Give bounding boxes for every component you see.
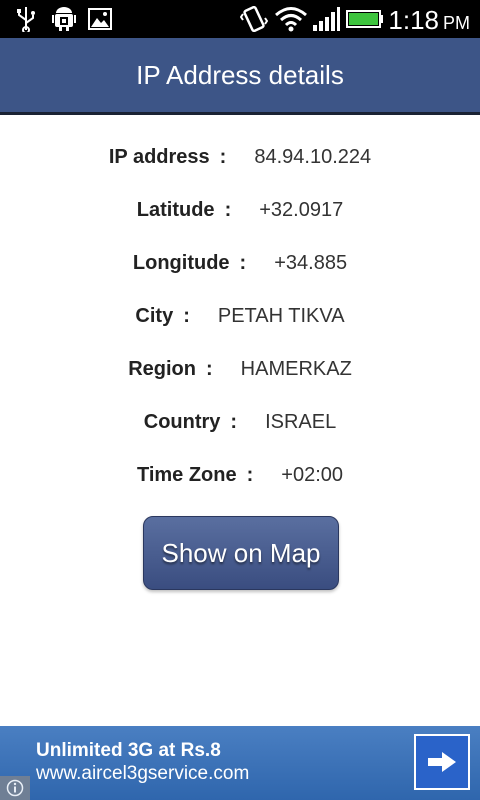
detail-separator: : (219, 145, 227, 168)
android-debug-icon (52, 7, 76, 31)
battery-icon (346, 10, 383, 28)
usb-icon (17, 7, 35, 32)
arrow-right-icon (428, 752, 456, 772)
ad-title: Unlimited 3G at Rs.8 (36, 740, 221, 761)
detail-label: City (135, 304, 174, 327)
detail-separator: : (230, 410, 238, 433)
detail-value: HAMERKAZ (240, 357, 352, 380)
detail-row-longitude: Longitude : +34.885 (0, 243, 480, 283)
wifi-icon (275, 7, 307, 32)
detail-value: +32.0917 (259, 198, 344, 221)
detail-row-ip: IP address : 84.94.10.224 (0, 137, 480, 177)
ad-url: www.aircel3gservice.com (36, 763, 250, 784)
ad-banner[interactable]: Unlimited 3G at Rs.8 www.aircel3gservice… (0, 726, 480, 800)
info-icon (6, 779, 24, 797)
status-bar: 1:18 PM (0, 0, 480, 38)
ad-info-button[interactable] (0, 776, 30, 800)
vibrate-icon (240, 6, 268, 32)
detail-value: PETAH TIKVA (217, 304, 345, 327)
page-title: IP Address details (136, 59, 344, 90)
detail-separator: : (239, 251, 247, 274)
detail-separator: : (205, 357, 213, 380)
title-bar: IP Address details (0, 38, 480, 115)
ad-open-button[interactable] (414, 734, 470, 790)
detail-value: +34.885 (274, 251, 348, 274)
detail-label: IP address (108, 145, 210, 168)
detail-row-city: City : PETAH TIKVA (0, 296, 480, 336)
detail-label: Time Zone (136, 463, 237, 486)
signal-icon (313, 7, 340, 31)
detail-value: ISRAEL (265, 410, 337, 433)
clock-ampm: PM (443, 13, 470, 33)
detail-separator: : (224, 198, 232, 221)
show-on-map-button[interactable]: Show on Map (143, 516, 339, 590)
clock-time: 1:18 (388, 5, 439, 35)
detail-row-region: Region : HAMERKAZ (0, 349, 480, 389)
image-icon (88, 8, 112, 30)
detail-row-country: Country : ISRAEL (0, 402, 480, 442)
detail-separator: : (183, 304, 190, 327)
detail-separator: : (246, 463, 254, 486)
detail-row-latitude: Latitude : +32.0917 (0, 190, 480, 230)
detail-value: +02:00 (281, 463, 344, 486)
detail-row-timezone: Time Zone : +02:00 (0, 455, 480, 495)
detail-label: Country (143, 410, 221, 433)
detail-label: Latitude (136, 198, 215, 221)
detail-value: 84.94.10.224 (254, 145, 372, 168)
detail-label: Region (128, 357, 196, 380)
clock: 1:18 PM (388, 5, 470, 36)
detail-label: Longitude (132, 251, 230, 274)
